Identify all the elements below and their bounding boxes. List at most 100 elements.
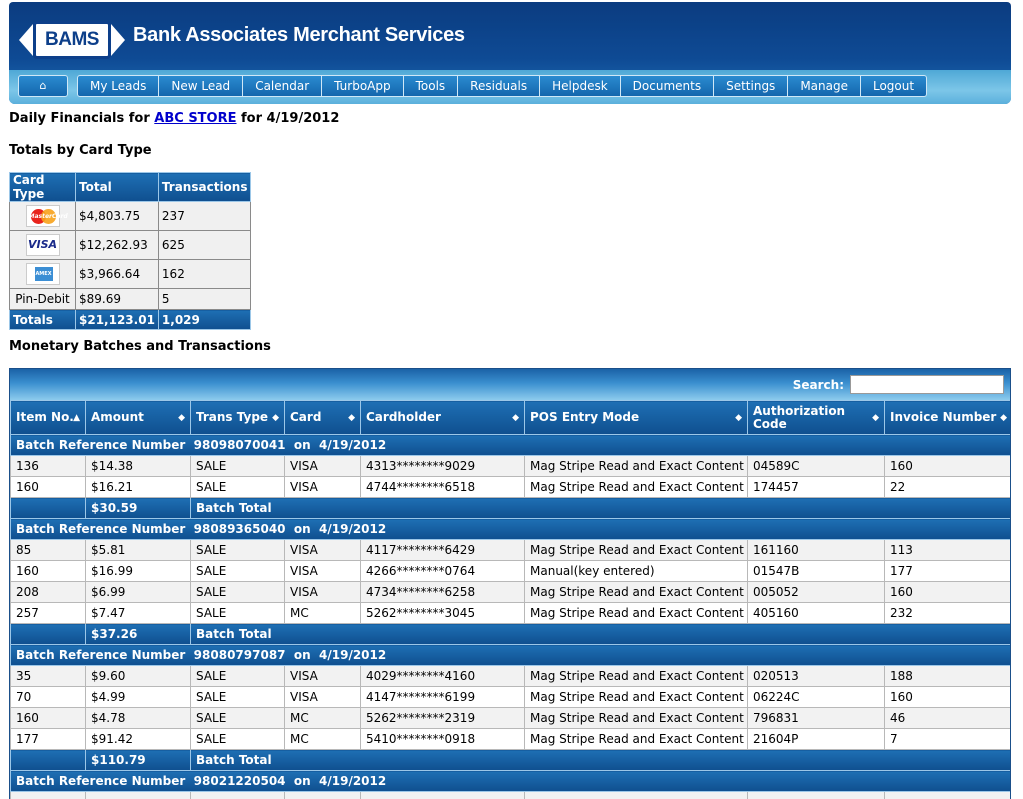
cell-pos-entry-mode: Mag Stripe Read and Exact Content: [524, 728, 748, 750]
nav-item-turboapp[interactable]: TurboApp: [322, 75, 404, 97]
batch-header-row: Batch Reference Number 98080797087 on 4/…: [10, 644, 1010, 666]
grand-transactions-cell: 1,029: [157, 309, 252, 330]
cell-cardholder: 4266********0764: [360, 560, 525, 582]
col-header-card[interactable]: Card ◆: [284, 400, 361, 435]
table-row[interactable]: [10, 791, 1010, 799]
col-header-label: Card: [290, 410, 322, 424]
transactions-cell: 162: [157, 259, 252, 289]
col-header-label: Authorization Code: [753, 403, 846, 431]
cell-invoice-number: 177: [884, 560, 1010, 582]
cell-card: [284, 791, 361, 799]
card-type-cell: Pin-Debit: [9, 288, 76, 310]
col-header-cardholder[interactable]: Cardholder ◆: [360, 400, 525, 435]
cell-card: VISA: [284, 476, 361, 498]
cell-item-no: 70: [10, 686, 86, 708]
totals-section-title: Totals by Card Type: [9, 143, 152, 158]
cell-item-no: 85: [10, 539, 86, 561]
col-header-trans-type[interactable]: Trans Type ◆: [190, 400, 285, 435]
nav-item-residuals[interactable]: Residuals: [458, 75, 541, 97]
cell-trans-type: SALE: [190, 476, 285, 498]
home-icon: ⌂: [39, 79, 47, 92]
col-header-label: Item No.: [16, 410, 74, 424]
batch-total-amount: $30.59: [85, 497, 191, 519]
transactions-cell: 237: [157, 201, 252, 231]
grand-total-cell: $21,123.01: [75, 309, 159, 330]
nav-item-settings[interactable]: Settings: [714, 75, 789, 97]
nav-item-logout[interactable]: Logout: [860, 75, 928, 97]
nav-item-tools[interactable]: Tools: [403, 75, 459, 97]
cell-trans-type: SALE: [190, 665, 285, 687]
table-row[interactable]: 160 $4.78 SALE MC 5262********2319 Mag Stripe…: [10, 707, 1010, 729]
cell-invoice-number: [884, 791, 1010, 799]
cell-trans-type: SALE: [190, 728, 285, 750]
col-header-item-no[interactable]: Item No. ▲: [10, 400, 86, 435]
total-cell: $3,966.64: [75, 259, 159, 289]
cell-authorization-code: 174457: [747, 476, 885, 498]
nav-item-calendar[interactable]: Calendar: [243, 75, 323, 97]
table-row[interactable]: 136 $14.38 SALE VISA 4313********9029 Mag Str…: [10, 455, 1010, 477]
cell-item-no: 160: [10, 707, 86, 729]
nav-item-helpdesk[interactable]: Helpdesk: [540, 75, 621, 97]
table-row[interactable]: 160 $16.99 SALE VISA 4266********0764 Manual(…: [10, 560, 1010, 582]
transactions-header-row: Item No. ▲ Amount ◆ Trans Type ◆ Card ◆ Cardhold…: [10, 400, 1010, 435]
cell-card: VISA: [284, 455, 361, 477]
store-link[interactable]: ABC STORE: [154, 111, 236, 126]
cell-pos-entry-mode: Mag Stripe Read and Exact Content: [524, 476, 748, 498]
cell-card: MC: [284, 707, 361, 729]
total-cell: $12,262.93: [75, 230, 159, 260]
total-cell: $89.69: [75, 288, 159, 310]
cell-amount: $14.38: [85, 455, 191, 477]
col-header-invoice-number[interactable]: Invoice Number ◆: [884, 400, 1010, 435]
cell-amount: $7.47: [85, 602, 191, 624]
cell-invoice-number: 7: [884, 728, 1010, 750]
sort-both-icon: ◆: [872, 413, 879, 423]
nav-item-manage[interactable]: Manage: [788, 75, 861, 97]
batch-total-amount: $110.79: [85, 749, 191, 771]
cell-pos-entry-mode: Mag Stripe Read and Exact Content: [524, 539, 748, 561]
cell-trans-type: SALE: [190, 455, 285, 477]
totals-header-row: Card Type Total Transactions: [9, 172, 252, 202]
cell-authorization-code: 21604P: [747, 728, 885, 750]
cell-card: MC: [284, 602, 361, 624]
cell-item-no: 208: [10, 581, 86, 603]
batch-total-spacer: [10, 623, 86, 645]
table-row[interactable]: 70 $4.99 SALE VISA 4147********6199 Mag Strip…: [10, 686, 1010, 708]
col-transactions: Transactions: [157, 172, 252, 202]
bams-logo[interactable]: BAMS: [19, 12, 125, 68]
cell-cardholder: 4313********9029: [360, 455, 525, 477]
col-header-pos-entry-mode[interactable]: POS Entry Mode ◆: [524, 400, 748, 435]
transactions-cell: 625: [157, 230, 252, 260]
app-header: BAMS Bank Associates Merchant Services ⌂…: [9, 2, 1011, 104]
search-input[interactable]: [850, 375, 1004, 394]
batch-total-spacer: [10, 497, 86, 519]
cell-invoice-number: 160: [884, 686, 1010, 708]
card-type-cell: MasterCard: [9, 201, 76, 231]
totals-row-mastercard: MasterCard $4,803.75 237: [9, 201, 252, 231]
cell-cardholder: 4117********6429: [360, 539, 525, 561]
cell-cardholder: 4734********6258: [360, 581, 525, 603]
table-row[interactable]: 160 $16.21 SALE VISA 4744********6518 Mag Str…: [10, 476, 1010, 498]
nav-item-new-lead[interactable]: New Lead: [159, 75, 244, 97]
logo-text: BAMS: [33, 21, 111, 59]
cell-trans-type: SALE: [190, 581, 285, 603]
totals-row-visa: VISA $12,262.93 625: [9, 230, 252, 260]
table-row[interactable]: 35 $9.60 SALE VISA 4029********4160 Mag Strip…: [10, 665, 1010, 687]
col-header-amount[interactable]: Amount ◆: [85, 400, 191, 435]
col-header-label: Invoice Number: [890, 410, 997, 424]
cell-authorization-code: 04589C: [747, 455, 885, 477]
cell-pos-entry-mode: Mag Stripe Read and Exact Content: [524, 602, 748, 624]
col-header-authorization-code[interactable]: Authorization Code ◆: [747, 400, 885, 435]
cell-item-no: 257: [10, 602, 86, 624]
table-row[interactable]: 208 $6.99 SALE VISA 4734********6258 Mag Stri…: [10, 581, 1010, 603]
table-row[interactable]: 257 $7.47 SALE MC 5262********3045 Mag Stripe…: [10, 602, 1010, 624]
nav-item-documents[interactable]: Documents: [620, 75, 715, 97]
table-row[interactable]: 85 $5.81 SALE VISA 4117********6429 Mag Strip…: [10, 539, 1010, 561]
cell-card: VISA: [284, 686, 361, 708]
cell-cardholder: 4029********4160: [360, 665, 525, 687]
transactions-body: Batch Reference Number 98098070041 on 4/…: [10, 434, 1010, 799]
nav-home-button[interactable]: ⌂: [18, 75, 68, 97]
table-row[interactable]: 177 $91.42 SALE MC 5410********0918 Mag Strip…: [10, 728, 1010, 750]
nav-item-my-leads[interactable]: My Leads: [77, 75, 160, 97]
batch-total-row: $110.79 Batch Total: [10, 749, 1010, 771]
cell-authorization-code: 020513: [747, 665, 885, 687]
